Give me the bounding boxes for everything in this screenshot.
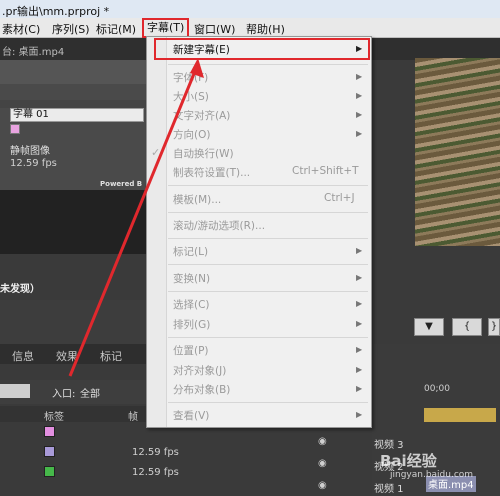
search-input[interactable]	[0, 384, 30, 398]
source-tab[interactable]: 台: 桌面.mp4	[2, 43, 64, 58]
bottom-tab-strip: 信息 效果 标记	[0, 344, 148, 364]
menu-align-objects[interactable]: 对齐对象(J)	[173, 363, 226, 378]
menu-window[interactable]: 窗口(W)	[194, 21, 235, 37]
preview-area	[0, 190, 148, 254]
entry-select[interactable]: 全部	[80, 385, 100, 400]
title-clip-name[interactable]: 字幕 01	[10, 108, 144, 122]
menu-logo[interactable]: 标记(L)	[173, 244, 208, 259]
submenu-arrow-icon: ▶	[356, 110, 363, 119]
menu-subtitle[interactable]: 字幕(T)	[142, 18, 190, 38]
menu-arrange[interactable]: 排列(G)	[173, 317, 210, 332]
status-text: 未发现）	[0, 284, 40, 295]
menu-font[interactable]: 字体(F)	[173, 70, 208, 85]
column-header	[0, 406, 148, 422]
tab-markers[interactable]: 标记	[100, 348, 122, 364]
row-fps: 12.59 fps	[132, 447, 179, 458]
menu-separator	[168, 291, 368, 292]
menu-select[interactable]: 选择(C)	[173, 297, 210, 312]
row-color-swatch	[44, 466, 55, 477]
menu-size[interactable]: 大小(S)	[173, 89, 209, 104]
entry-label: 入口:	[52, 389, 76, 400]
tab-effects[interactable]: 效果	[56, 348, 78, 364]
submenu-arrow-icon: ▶	[356, 44, 363, 53]
track-video-1[interactable]: 视频 1	[374, 480, 404, 495]
menu-word-wrap[interactable]: 自动换行(W)	[173, 146, 234, 161]
menubar: 素材(C) 序列(S) 标记(M) 字幕(T) 窗口(W) 帮助(H)	[0, 18, 500, 38]
submenu-arrow-icon: ▶	[356, 365, 363, 374]
menu-separator	[168, 337, 368, 338]
menu-new-title[interactable]: 新建字幕(E)	[173, 42, 230, 57]
eye-icon[interactable]: ◉	[318, 436, 327, 447]
menu-templates[interactable]: 模板(M)...	[173, 192, 221, 207]
menu-transform[interactable]: 变换(N)	[173, 271, 210, 286]
check-icon: ✓	[151, 146, 161, 159]
left-mid-panel	[0, 300, 148, 344]
submenu-arrow-icon: ▶	[356, 72, 363, 81]
menu-text-align[interactable]: 文字对齐(A)	[173, 108, 230, 123]
label-color-swatch	[10, 124, 20, 134]
menu-direction[interactable]: 方向(O)	[173, 127, 210, 142]
submenu-arrow-icon: ▶	[356, 410, 363, 419]
clip-type-label: 静帧图像	[10, 146, 50, 157]
row-fps: 12.59 fps	[132, 467, 179, 478]
left-panel-header	[0, 60, 148, 84]
program-monitor-video	[415, 58, 500, 246]
tab-info[interactable]: 信息	[12, 348, 34, 364]
eye-icon[interactable]: ◉	[318, 480, 327, 491]
submenu-arrow-icon: ▶	[356, 246, 363, 255]
clip-fps-label: 12.59 fps	[10, 158, 57, 169]
row-color-swatch	[44, 446, 55, 457]
menu-icon-gutter	[147, 37, 167, 427]
column-frame[interactable]: 帧	[128, 408, 138, 423]
shortcut-tab-stops: Ctrl+Shift+T	[292, 165, 359, 177]
eye-icon[interactable]: ◉	[318, 458, 327, 469]
in-out-button[interactable]: {	[452, 318, 482, 336]
column-label[interactable]: 标签	[44, 408, 64, 423]
menu-separator	[168, 212, 368, 213]
powered-by-label: Powered B	[100, 180, 143, 188]
menu-distribute-objects[interactable]: 分布对象(B)	[173, 382, 230, 397]
menu-tab-stops[interactable]: 制表符设置(T)...	[173, 165, 250, 180]
submenu-arrow-icon: ▶	[356, 345, 363, 354]
menu-help[interactable]: 帮助(H)	[246, 21, 285, 37]
watermark-url: jingyan.baidu.com	[390, 470, 474, 480]
work-area-bar[interactable]	[424, 408, 496, 422]
submenu-arrow-icon: ▶	[356, 129, 363, 138]
menu-roll-crawl[interactable]: 滚动/游动选项(R)...	[173, 218, 265, 233]
source-tab-strip: 台: 桌面.mp4	[0, 38, 148, 60]
menu-separator	[168, 402, 368, 403]
menu-separator	[168, 185, 368, 186]
submenu-arrow-icon: ▶	[356, 273, 363, 282]
menu-separator	[168, 238, 368, 239]
timecode: 00;00	[424, 384, 450, 394]
menu-material[interactable]: 素材(C)	[2, 21, 40, 37]
menu-view[interactable]: 查看(V)	[173, 408, 209, 423]
menu-separator	[168, 64, 368, 65]
submenu-arrow-icon: ▶	[356, 319, 363, 328]
submenu-arrow-icon: ▶	[356, 299, 363, 308]
menu-position[interactable]: 位置(P)	[173, 343, 209, 358]
track-video-3[interactable]: 视频 3	[374, 436, 404, 451]
shortcut-templates: Ctrl+J	[324, 192, 355, 204]
out-button[interactable]: }	[488, 318, 500, 336]
row-color-swatch	[44, 426, 55, 437]
submenu-arrow-icon: ▶	[356, 384, 363, 393]
window-title: .pr输出\mm.prproj *	[0, 0, 500, 18]
watermark-logo: Bai经验	[380, 452, 437, 470]
menu-separator	[168, 264, 368, 265]
menu-marker[interactable]: 标记(M)	[96, 21, 136, 37]
submenu-arrow-icon: ▶	[356, 91, 363, 100]
divider	[0, 100, 148, 108]
menu-sequence[interactable]: 序列(S)	[52, 21, 90, 37]
marker-button[interactable]: ▼	[414, 318, 444, 336]
